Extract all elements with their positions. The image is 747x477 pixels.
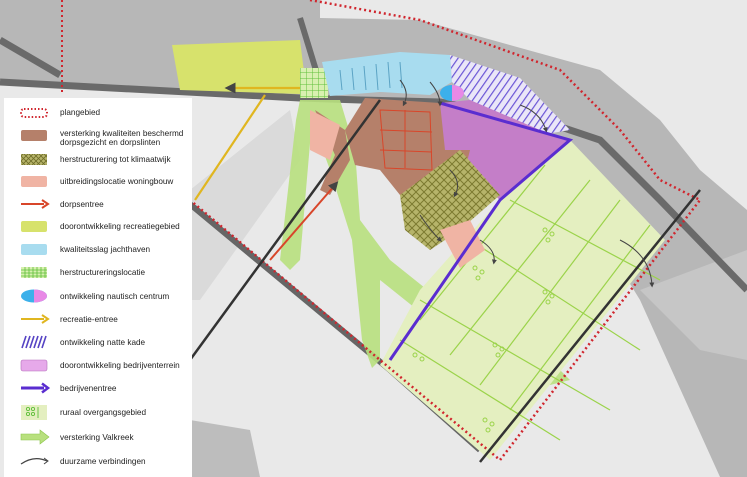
arrow-icon <box>21 199 50 209</box>
herstructurering-location <box>300 68 328 98</box>
legend-item-recreatiegebied: doorontwikkeling recreatiegebied <box>4 218 192 238</box>
legend-item-dorpsentree: dorpsentree <box>4 196 192 216</box>
legend-item-bedrijventerrein: doorontwikkeling bedrijventerrein <box>4 357 192 377</box>
legend-item-natte-kade: ontwikkeling natte kade <box>4 334 192 354</box>
legend-item-jachthaven: kwaliteitsslag jachthaven <box>4 241 192 261</box>
legend-label: ontwikkeling natte kade <box>60 338 146 347</box>
uitbreiding-icon <box>21 176 47 187</box>
recreation-area-north <box>172 40 306 94</box>
legend-label: kwaliteitsslag jachthaven <box>60 245 151 254</box>
recreatie-icon <box>21 221 47 232</box>
plangebied-icon <box>20 108 48 118</box>
arrow-icon <box>20 457 49 465</box>
jachthaven-icon <box>21 244 47 255</box>
legend-label: doorontwikkeling recreatiegebied <box>60 222 180 231</box>
legend-label: versterking Valkreek <box>60 433 134 442</box>
legend-item-bedrijvenentree: bedrijvenentree <box>4 380 192 400</box>
hatch-icon <box>21 335 47 349</box>
legend-label: doorontwikkeling bedrijventerrein <box>60 361 180 370</box>
legend-label: recreatie-entree <box>60 315 118 324</box>
arrow-icon <box>21 314 50 324</box>
legend-item-ruraal: ruraal overgangsgebied <box>4 404 192 424</box>
dot-pattern-icon <box>21 405 47 420</box>
legend-item-valkreek: versterking Valkreek <box>4 429 192 449</box>
bedrijventerrein-icon <box>20 359 48 372</box>
legend-item-plangebied: plangebied <box>4 105 192 125</box>
legend-label: ontwikkeling nautisch centrum <box>60 292 170 301</box>
legend-panel: plangebied versterking kwaliteiten besch… <box>4 98 192 477</box>
legend-item-recreatie-entree: recreatie-entree <box>4 311 192 331</box>
legend-label: ruraal overgangsgebied <box>60 408 147 417</box>
legend-label: duurzame verbindingen <box>60 457 146 466</box>
legend-label: bedrijvenentree <box>60 384 117 393</box>
legend-label: uitbreidingslocatie woningbouw <box>60 177 174 186</box>
legend-label: versterking kwaliteiten beschermd dorpsg… <box>60 129 184 147</box>
legend-label: herstructureringslocatie <box>60 268 146 277</box>
arrow-icon <box>21 382 51 394</box>
arrow-icon <box>20 429 50 445</box>
legend-item-uitbreiding: uitbreidingslocatie woningbouw <box>4 173 192 193</box>
legend-item-verbindingen: duurzame verbindingen <box>4 453 192 473</box>
legend-item-nautisch: ontwikkeling nautisch centrum <box>4 288 192 308</box>
grid-icon <box>21 267 47 278</box>
legend-item-herstructureringslocatie: herstructureringslocatie <box>4 264 192 284</box>
legend-label: herstructurering tot klimaatwijk <box>60 155 171 164</box>
hatch-icon <box>21 154 47 165</box>
legend-label: dorpsentree <box>60 200 104 209</box>
legend-item-klimaatwijk: herstructurering tot klimaatwijk <box>4 151 192 171</box>
legend-label: plangebied <box>60 108 101 117</box>
nautisch-icon <box>21 289 47 303</box>
versterking-icon <box>21 130 47 141</box>
legend-item-versterking: versterking kwaliteiten beschermd dorpsg… <box>4 127 192 147</box>
